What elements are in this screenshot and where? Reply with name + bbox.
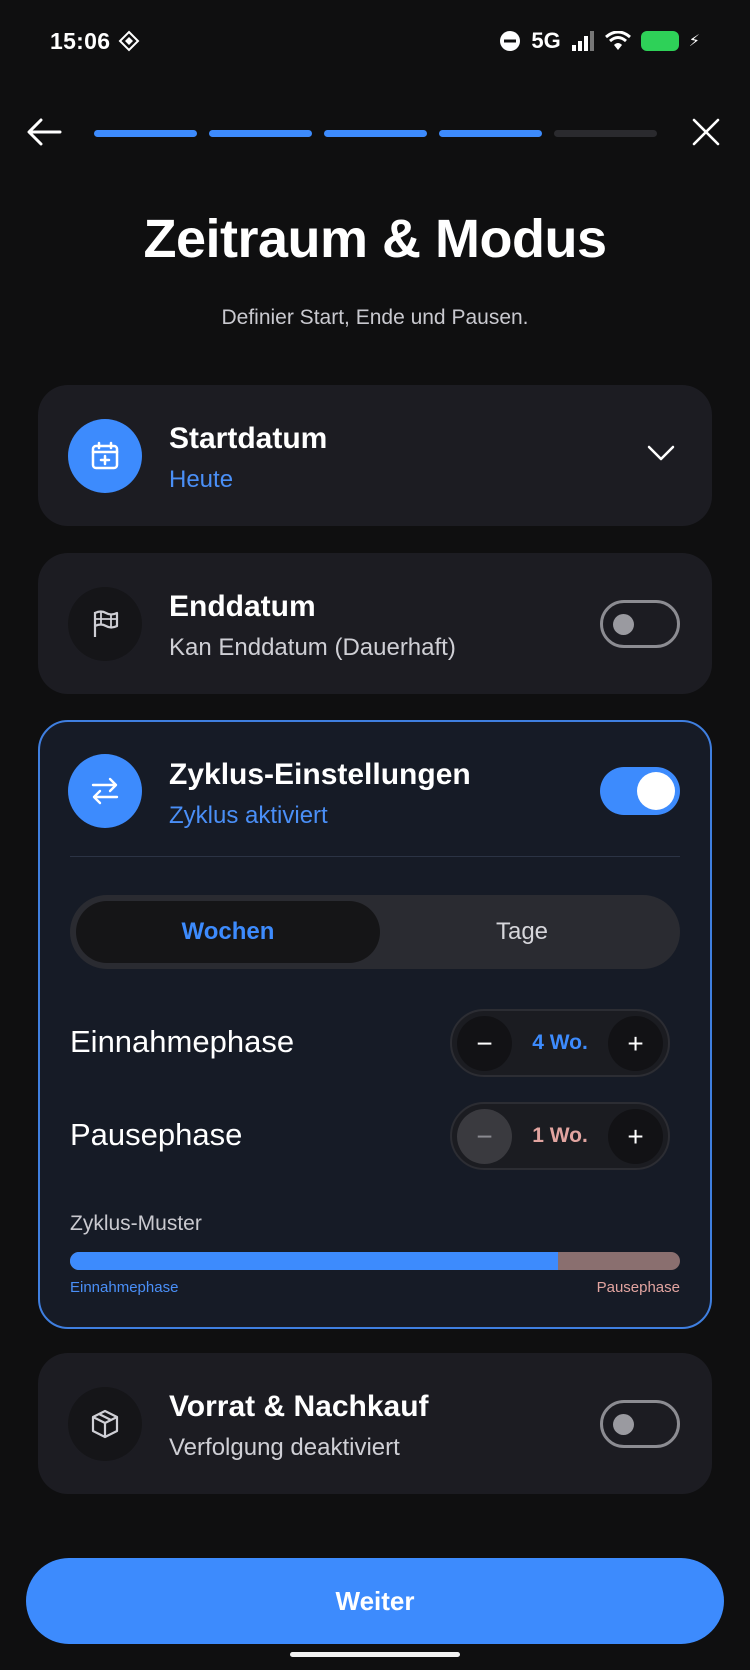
chevron-down-icon [647, 445, 675, 461]
start-date-value: Heute [169, 466, 234, 493]
intake-increment-button[interactable]: + [608, 1016, 663, 1071]
progress-segment [439, 130, 542, 137]
wifi-icon [604, 31, 631, 50]
progress-segment [554, 130, 657, 137]
cycle-title: Zyklus-Einstellungen [169, 758, 471, 791]
unit-selector: Wochen Tage [70, 895, 680, 969]
intake-label: Einnahmephase [70, 1024, 295, 1059]
close-icon [692, 118, 720, 146]
status-indicators: 5G ⚡ [499, 28, 700, 54]
intake-value: 4 Wo. [532, 1031, 588, 1054]
pattern-pause-caption: Pausephase [596, 1279, 680, 1296]
stock-toggle[interactable] [600, 1400, 680, 1448]
swap-arrows-icon [68, 754, 142, 828]
end-date-title: Enddatum [169, 590, 316, 623]
charging-icon: ⚡ [688, 33, 700, 50]
pause-decrement-button[interactable]: − [457, 1109, 512, 1164]
cycle-status: Zyklus aktiviert [169, 802, 328, 829]
end-date-toggle[interactable] [600, 600, 680, 648]
package-icon [68, 1387, 142, 1461]
battery-icon [640, 31, 679, 51]
arrow-left-icon [27, 118, 62, 146]
pause-increment-button[interactable]: + [608, 1109, 663, 1164]
divider [70, 856, 680, 857]
unit-option-weeks[interactable]: Wochen [76, 901, 380, 963]
pattern-intake-caption: Einnahmephase [70, 1279, 179, 1296]
calendar-icon [68, 419, 142, 493]
flag-icon [68, 587, 142, 661]
start-date-card[interactable]: Startdatum Heute [38, 385, 712, 526]
stock-title: Vorrat & Nachkauf [169, 1390, 429, 1423]
cycle-pattern-bar [70, 1252, 680, 1270]
end-date-value: Kan Enddatum (Dauerhaft) [169, 634, 456, 661]
cycle-card: Zyklus-Einstellungen Zyklus aktiviert Wo… [38, 720, 712, 1329]
intake-segment [70, 1252, 558, 1270]
network-label: 5G [531, 28, 561, 53]
page-subtitle: Definier Start, Ende und Pausen. [221, 306, 529, 329]
diamond-app-icon [118, 30, 140, 52]
back-button[interactable] [24, 112, 64, 152]
pause-stepper: − 1 Wo. + [450, 1102, 670, 1170]
cycle-toggle[interactable] [600, 767, 680, 815]
page-title: Zeitraum & Modus [143, 209, 607, 269]
home-indicator [290, 1652, 460, 1657]
intake-decrement-button[interactable]: − [457, 1016, 512, 1071]
pause-label: Pausephase [70, 1117, 243, 1152]
dnd-icon [500, 31, 521, 51]
pattern-label: Zyklus-Muster [70, 1212, 202, 1235]
start-date-title: Startdatum [169, 422, 328, 455]
stock-value: Verfolgung deaktiviert [169, 1434, 400, 1461]
close-button[interactable] [686, 112, 726, 152]
step-progress [94, 130, 657, 137]
progress-segment [324, 130, 427, 137]
pause-value: 1 Wo. [532, 1124, 588, 1147]
signal-icon [571, 31, 594, 51]
progress-segment [94, 130, 197, 137]
status-time: 15:06 [50, 28, 111, 54]
stock-card: Vorrat & Nachkauf Verfolgung deaktiviert [38, 1353, 712, 1494]
progress-segment [209, 130, 312, 137]
unit-option-days[interactable]: Tage [370, 901, 674, 963]
next-button[interactable]: Weiter [26, 1558, 724, 1644]
end-date-card: Enddatum Kan Enddatum (Dauerhaft) [38, 553, 712, 694]
intake-stepper: − 4 Wo. + [450, 1009, 670, 1077]
